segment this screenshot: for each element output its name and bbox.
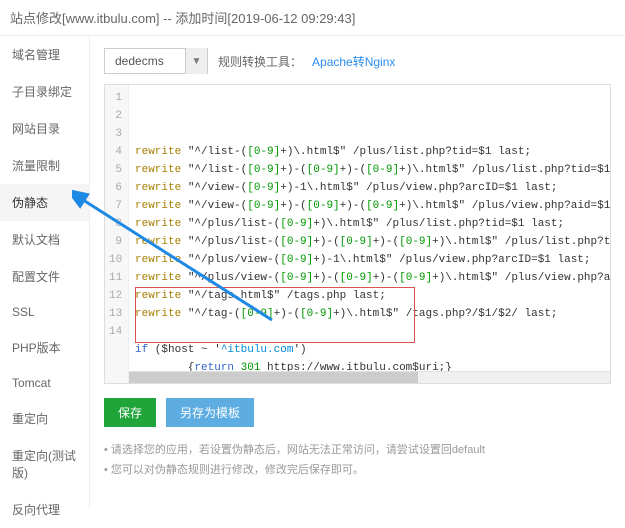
convert-link[interactable]: Apache转Nginx (312, 53, 395, 70)
code-line: rewrite "^/tags.html$" /tags.php last; (135, 287, 611, 305)
note-line: • 您可以对伪静态规则进行修改，修改完后保存即可。 (104, 461, 611, 477)
note-line: • 请选择您的应用，若设置伪静态后，网站无法正常访问，请尝试设置回default (104, 441, 611, 457)
convert-label: 规则转换工具： (218, 53, 302, 70)
sidebar-item[interactable]: 子目录绑定 (0, 73, 89, 110)
code-line: rewrite "^/view-([0-9]+)-1\.html$" /plus… (135, 179, 611, 197)
sidebar-item[interactable]: 配置文件 (0, 258, 89, 295)
container: 域名管理子目录绑定网站目录流量限制伪静态默认文档配置文件SSLPHP版本Tomc… (0, 36, 625, 509)
sidebar-item[interactable]: SSL (0, 295, 89, 329)
toolbar: dedecms ▼ 规则转换工具： Apache转Nginx (104, 48, 611, 74)
page-title: 站点修改[www.itbulu.com] -- 添加时间[2019-06-12 … (0, 0, 625, 36)
code-line: rewrite "^/list-([0-9]+)-([0-9]+)-([0-9]… (135, 161, 611, 179)
sidebar-item[interactable]: 伪静态 (0, 184, 89, 221)
code-line (135, 323, 611, 341)
sidebar-item[interactable]: 网站目录 (0, 110, 89, 147)
sidebar-item[interactable]: PHP版本 (0, 329, 89, 366)
main-panel: dedecms ▼ 规则转换工具： Apache转Nginx 123456789… (90, 36, 625, 509)
sidebar-item[interactable]: Tomcat (0, 366, 89, 400)
sidebar-item[interactable]: 重定向(测试版) (0, 437, 89, 491)
horizontal-scrollbar[interactable] (129, 371, 610, 383)
sidebar-item[interactable]: 域名管理 (0, 36, 89, 73)
sidebar-item[interactable]: 反向代理 (0, 491, 89, 528)
code-line: rewrite "^/list-([0-9]+)\.html$" /plus/l… (135, 143, 611, 161)
code-line: rewrite "^/view-([0-9]+)-([0-9]+)-([0-9]… (135, 197, 611, 215)
code-line: rewrite "^/tag-([0-9]+)-([0-9]+)\.html$"… (135, 305, 611, 323)
template-select[interactable]: dedecms ▼ (104, 48, 208, 74)
code-area[interactable]: rewrite "^/list-([0-9]+)\.html$" /plus/l… (129, 85, 611, 384)
actions: 保存 另存为模板 (104, 398, 611, 427)
code-line: if ($host ~ '^itbulu.com') (135, 341, 611, 359)
save-template-button[interactable]: 另存为模板 (166, 398, 254, 427)
chevron-down-icon[interactable]: ▼ (185, 48, 207, 74)
select-value: dedecms (105, 54, 185, 68)
scrollbar-thumb[interactable] (129, 372, 418, 383)
code-line: rewrite "^/plus/list-([0-9]+)\.html$" /p… (135, 215, 611, 233)
sidebar: 域名管理子目录绑定网站目录流量限制伪静态默认文档配置文件SSLPHP版本Tomc… (0, 36, 90, 509)
code-line: rewrite "^/plus/view-([0-9]+)-1\.html$" … (135, 251, 611, 269)
sidebar-item[interactable]: 默认文档 (0, 221, 89, 258)
save-button[interactable]: 保存 (104, 398, 156, 427)
code-line: rewrite "^/plus/view-([0-9]+)-([0-9]+)-(… (135, 269, 611, 287)
code-editor[interactable]: 1234567891011121314 rewrite "^/list-([0-… (104, 84, 611, 384)
sidebar-item[interactable]: 重定向 (0, 400, 89, 437)
code-line: rewrite "^/plus/list-([0-9]+)-([0-9]+)-(… (135, 233, 611, 251)
line-gutter: 1234567891011121314 (105, 85, 129, 384)
sidebar-item[interactable]: 流量限制 (0, 147, 89, 184)
notes: • 请选择您的应用，若设置伪静态后，网站无法正常访问，请尝试设置回default… (104, 441, 611, 477)
